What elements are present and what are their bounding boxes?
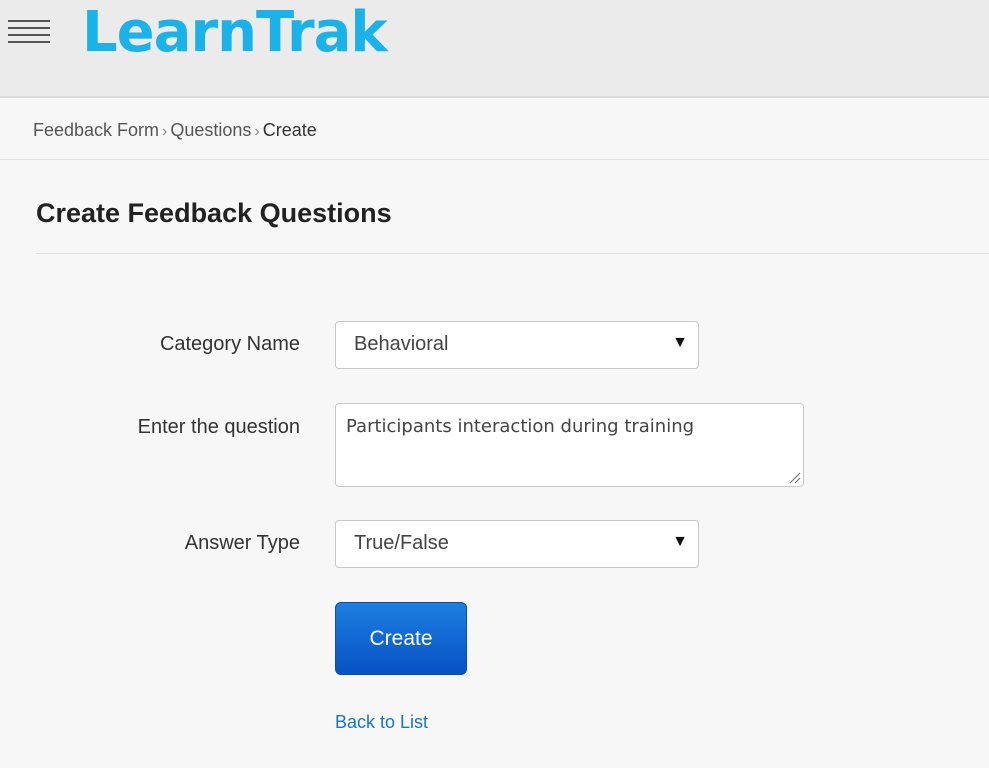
breadcrumb-create: Create (262, 120, 317, 140)
question-label: Enter the question (137, 416, 300, 438)
category-name-select[interactable]: Behavioral ▼ (335, 321, 699, 369)
question-textarea[interactable]: Participants interaction during training (335, 403, 804, 487)
page-title: Create Feedback Questions (36, 198, 392, 228)
back-to-list-link[interactable]: Back to List (335, 712, 428, 733)
caret-down-icon: ▼ (672, 533, 688, 550)
breadcrumb: Feedback Form › Questions › Create (0, 100, 989, 160)
title-divider (36, 253, 989, 254)
answer-type-select[interactable]: True/False ▼ (335, 520, 699, 568)
chevron-right-icon: › (162, 123, 168, 140)
category-name-value: Behavioral (354, 333, 449, 355)
app-header: LearnTrak (0, 0, 989, 98)
hamburger-menu-icon[interactable] (8, 18, 50, 48)
resize-grip-icon[interactable] (787, 470, 801, 484)
question-value: Participants interaction during training (346, 416, 695, 437)
breadcrumb-feedback-form[interactable]: Feedback Form (33, 120, 159, 140)
answer-type-value: True/False (354, 532, 449, 554)
category-name-label: Category Name (159, 333, 300, 355)
create-button[interactable]: Create (335, 602, 467, 675)
chevron-right-icon: › (254, 123, 260, 140)
answer-type-label: Answer Type (184, 532, 300, 554)
breadcrumb-questions[interactable]: Questions (170, 120, 251, 140)
app-logo: LearnTrak (82, 0, 388, 65)
caret-down-icon: ▼ (672, 334, 688, 351)
